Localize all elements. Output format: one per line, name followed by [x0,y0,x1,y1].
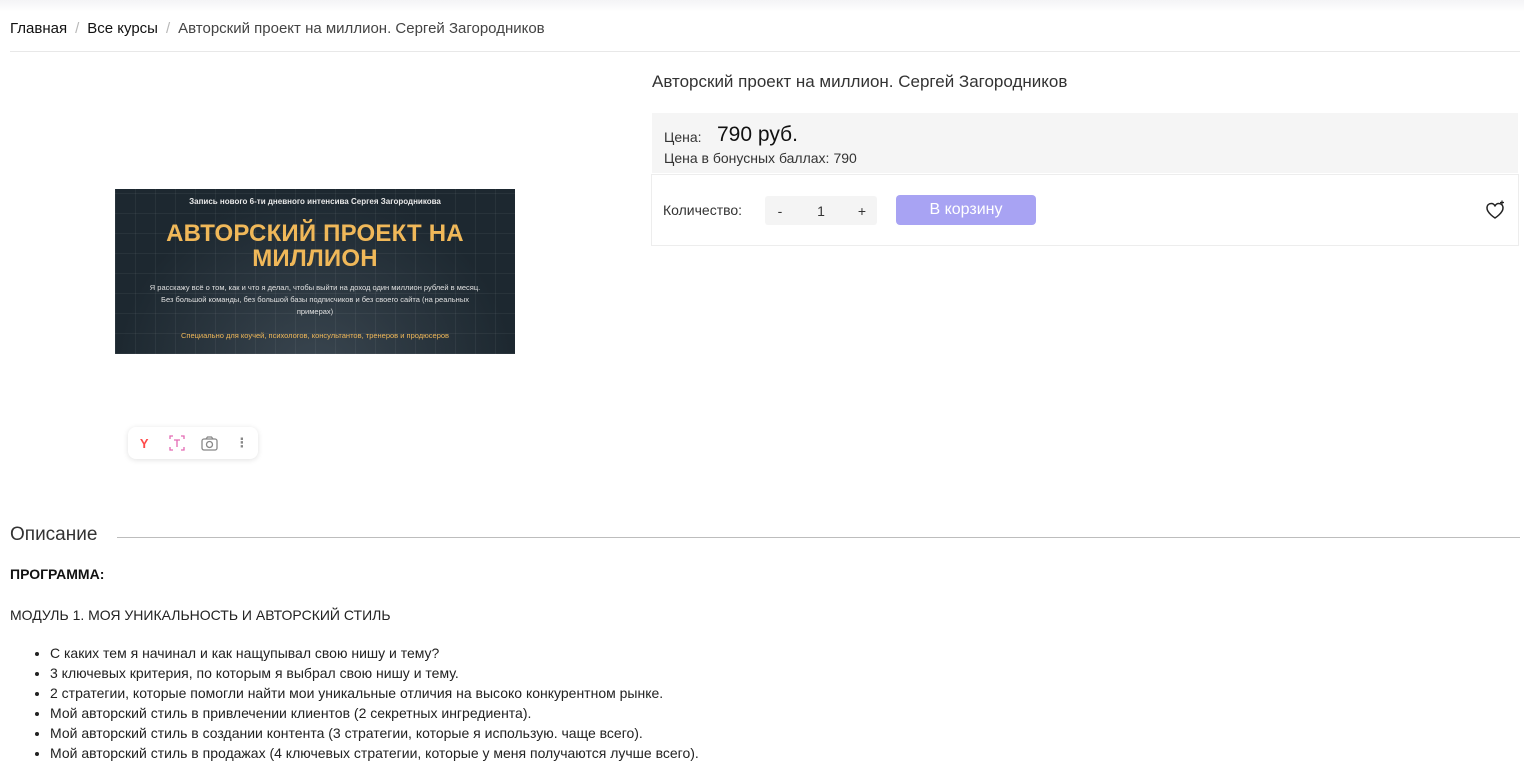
bonus-price-label: Цена в бонусных баллах: [664,150,830,166]
product-title: Авторский проект на миллион. Сергей Заго… [652,72,1068,91]
buy-block: Количество: - + В корзину [651,174,1519,246]
quantity-stepper: - + [765,196,877,225]
quantity-increase-button[interactable]: + [847,203,877,219]
list-item: С каких тем я начинал и как нащупывал св… [50,643,699,663]
list-item: Мой авторский стиль в привлечении клиент… [50,703,699,723]
add-to-cart-button[interactable]: В корзину [896,195,1036,225]
quantity-input[interactable] [795,201,847,220]
more-vertical-icon[interactable]: ⋮ [232,433,252,453]
image-description: Я расскажу всё о том, как и что я делал,… [149,283,481,316]
quantity-label: Количество: [663,202,743,218]
program-title: ПРОГРАММА: [10,566,105,582]
image-subtitle: Запись нового 6-ти дневного интенсива Се… [189,197,441,206]
breadcrumb-current: Авторский проект на миллион. Сергей Заго… [178,20,545,37]
price-label: Цена: [664,129,702,145]
breadcrumb-separator: / [165,20,171,37]
camera-icon[interactable] [199,433,219,453]
price-value: 790 руб. [717,123,798,146]
list-item: Мой авторский стиль в создании контента … [50,723,699,743]
bonus-price-value: 790 [833,150,857,166]
breadcrumb-courses-link[interactable]: Все курсы [87,20,158,37]
wishlist-heart-icon[interactable] [1485,200,1507,222]
quantity-decrease-button[interactable]: - [765,203,795,219]
price-block: Цена: 790 руб. Цена в бонусных баллах: 79… [652,113,1518,173]
image-headline: АВТОРСКИЙ ПРОЕКТ НА МИЛЛИОН [166,220,464,272]
list-item: 2 стратегии, которые помогли найти мои у… [50,683,699,703]
breadcrumb-separator: / [75,20,80,37]
list-item: Мой авторский стиль в продажах (4 ключев… [50,743,699,763]
top-bar [0,0,1524,12]
breadcrumb-home-link[interactable]: Главная [10,20,67,37]
bonus-price: Цена в бонусных баллах: 790 [664,150,857,166]
divider [10,51,1520,52]
text-select-icon[interactable] [167,433,187,453]
module-title: МОДУЛЬ 1. МОЯ УНИКАЛЬНОСТЬ И АВТОРСКИЙ С… [10,607,391,623]
yandex-icon[interactable]: Y [134,433,154,453]
list-item: 3 ключевых критерия, по которым я выбрал… [50,663,699,683]
description-heading: Описание [10,524,98,545]
module-item-list: С каких тем я начинал и как нащупывал св… [10,643,699,763]
breadcrumb: Главная / Все курсы / Авторский проект н… [10,20,545,37]
image-footer: Специально для коучей, психологов, консу… [180,331,450,340]
image-toolbar: Y ⋮ [128,427,258,459]
description-divider [117,537,1520,538]
product-image[interactable]: Запись нового 6-ти дневного интенсива Се… [115,189,515,354]
